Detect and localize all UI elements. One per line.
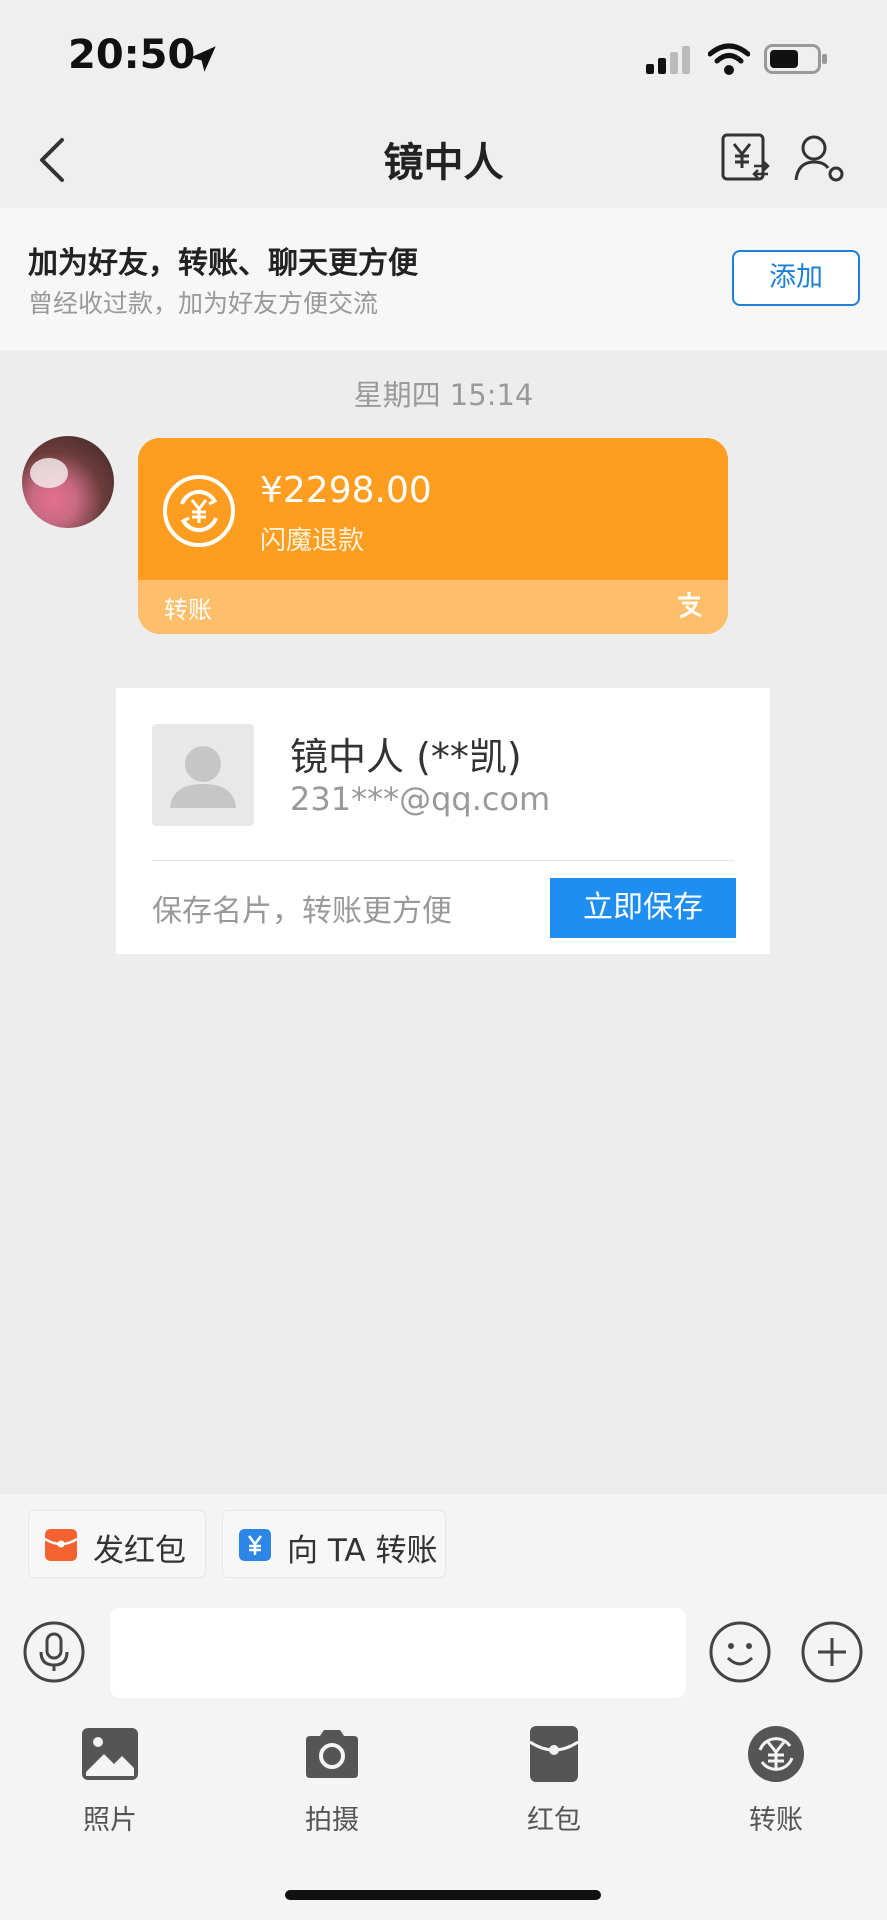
wifi-icon	[708, 43, 750, 75]
transfer-to-ta-chip[interactable]: 向 TA 转账	[222, 1510, 446, 1578]
voice-input-icon[interactable]	[22, 1620, 86, 1684]
panel-item-label: 拍摄	[305, 1805, 359, 1836]
panel-item-camera[interactable]: 拍摄	[272, 1724, 392, 1844]
red-packet-icon	[45, 1529, 77, 1561]
panel-item-transfer[interactable]: 转账	[716, 1724, 836, 1844]
banner-title: 加为好友，转账、聊天更方便	[28, 246, 418, 281]
add-friend-button[interactable]: 添加	[732, 250, 860, 306]
transfer-note: 闪魔退款	[260, 526, 365, 556]
battery-icon	[764, 44, 827, 74]
panel-item-label: 照片	[83, 1805, 137, 1836]
send-red-packet-label: 发红包	[93, 1533, 186, 1569]
red-packet-icon	[529, 1726, 579, 1782]
contact-avatar[interactable]	[22, 436, 114, 528]
panel-item-red-packet[interactable]: 红包	[494, 1724, 614, 1844]
more-plus-icon[interactable]	[800, 1620, 864, 1684]
transfer-icon	[748, 1726, 804, 1782]
banner-subtitle: 曾经收过款，加为好友方便交流	[28, 289, 379, 318]
card-avatar-placeholder	[152, 724, 254, 826]
transfer-to-ta-label: 向 TA 转账	[287, 1533, 438, 1569]
transfer-record-icon[interactable]	[720, 132, 772, 184]
cellular-signal-icon	[646, 46, 690, 74]
default-person-icon	[170, 746, 236, 808]
transfer-message-card[interactable]: ¥2298.00 闪魔退款 转账	[138, 438, 728, 634]
status-time: 20:50	[68, 32, 196, 78]
contact-name-card: 镜中人 (**凯) 231***@qq.com 保存名片，转账更方便 立即保存	[116, 688, 770, 954]
save-card-button[interactable]: 立即保存	[550, 878, 736, 938]
transfer-yuan-icon	[239, 1529, 271, 1561]
panel-item-label: 转账	[749, 1805, 803, 1836]
panel-item-photo[interactable]: 照片	[50, 1724, 170, 1844]
home-indicator	[285, 1890, 601, 1900]
alipay-logo-icon	[678, 592, 702, 619]
card-save-hint: 保存名片，转账更方便	[152, 894, 452, 929]
location-arrow-icon	[190, 46, 216, 72]
transfer-card-footer	[138, 580, 728, 634]
card-contact-name: 镜中人 (**凯)	[290, 735, 522, 779]
emoji-icon[interactable]	[708, 1620, 772, 1684]
transfer-amount: ¥2298.00	[260, 470, 432, 511]
send-red-packet-chip[interactable]: 发红包	[28, 1510, 206, 1578]
photo-icon	[82, 1728, 138, 1780]
message-input[interactable]	[110, 1608, 686, 1698]
panel-item-label: 红包	[527, 1805, 581, 1836]
card-contact-email: 231***@qq.com	[290, 780, 551, 818]
message-timestamp: 星期四 15:14	[353, 378, 534, 412]
transfer-coin-icon	[163, 475, 235, 547]
user-profile-icon[interactable]	[792, 132, 846, 184]
camera-icon	[306, 1730, 358, 1778]
card-divider	[152, 860, 734, 861]
transfer-type-label: 转账	[164, 596, 212, 624]
